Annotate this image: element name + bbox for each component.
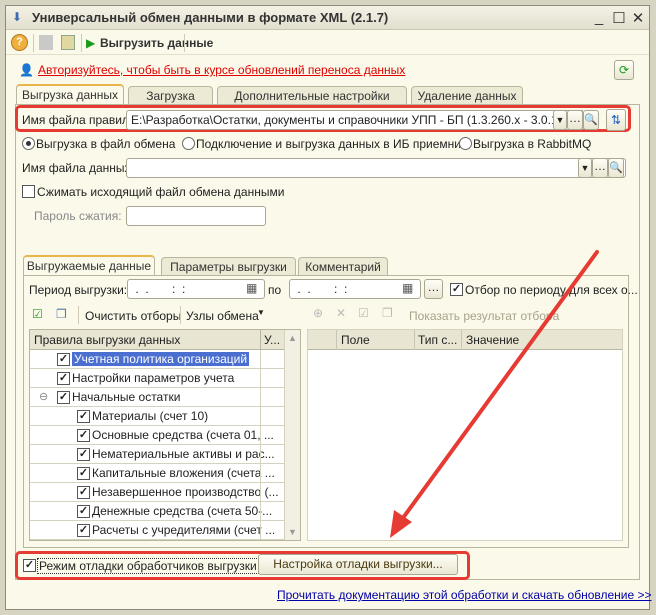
annotation-arrow (390, 250, 599, 538)
